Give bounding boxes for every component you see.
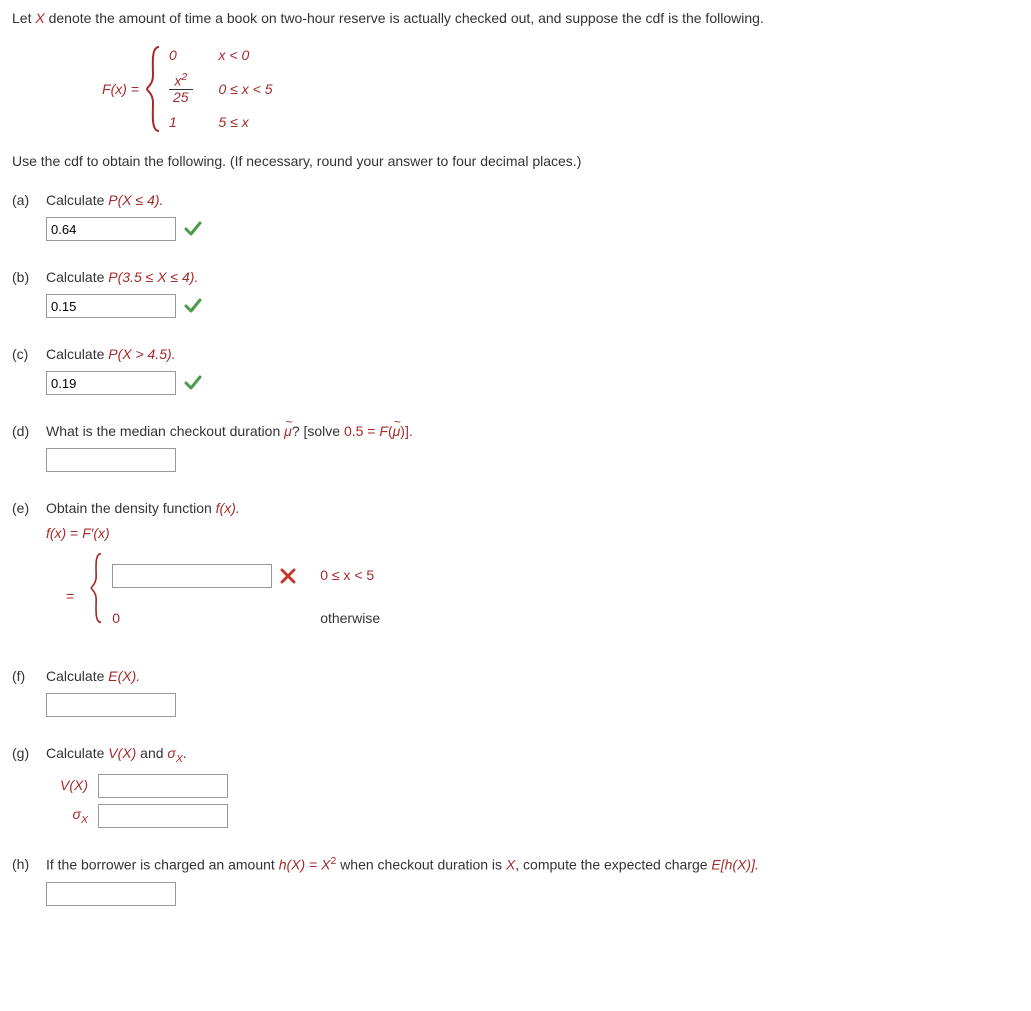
- part-g-label: (g): [12, 743, 46, 764]
- density-cond1: 0 ≤ x < 5: [320, 565, 380, 586]
- part-e-line2-lhs: f(x): [46, 525, 66, 541]
- part-h-rest: , compute the expected charge: [515, 857, 711, 873]
- part-h-EhX: E[h(X)].: [711, 857, 758, 873]
- part-a-input[interactable]: [46, 217, 176, 241]
- part-f-label: (f): [12, 666, 46, 687]
- part-e-input[interactable]: [112, 564, 272, 588]
- piece-row2-cond: 0 ≤ x < 5: [219, 79, 273, 100]
- piece-row1-cond: x < 0: [219, 45, 273, 66]
- part-d-F: F: [379, 423, 388, 439]
- part-h-X: X: [506, 857, 515, 873]
- part-h-label: (h): [12, 854, 46, 875]
- part-b-prompt-math: P(3.5 ≤ X ≤ 4).: [108, 269, 198, 285]
- part-g-VX: V(X): [108, 745, 136, 761]
- part-g-sigma: σ: [167, 745, 175, 761]
- part-e-line2-rhs: F′(x): [82, 525, 110, 541]
- density-cond2: otherwise: [320, 608, 380, 629]
- part-d-prompt-pre: What is the median checkout duration: [46, 423, 284, 439]
- density-eq: =: [66, 586, 74, 607]
- part-g-sx-input[interactable]: [98, 804, 228, 828]
- part-f-math: E(X).: [108, 668, 140, 684]
- part-d-label: (d): [12, 421, 46, 442]
- part-d-eq: 0.5 =: [344, 423, 379, 439]
- part-b-input[interactable]: [46, 294, 176, 318]
- part-b-label: (b): [12, 267, 46, 288]
- part-e-label: (e): [12, 498, 46, 519]
- formula-lhs: F(x) =: [102, 79, 139, 100]
- instruction-text: Use the cdf to obtain the following. (If…: [12, 151, 1019, 172]
- part-g-sub: X: [176, 753, 183, 765]
- piece-row1-val: 0: [169, 45, 193, 66]
- part-h-mid: when checkout duration is: [336, 857, 506, 873]
- part-a-prompt-pre: Calculate: [46, 192, 108, 208]
- part-g-end: .: [183, 745, 187, 761]
- part-g-mid: and: [136, 745, 167, 761]
- formula-F: F: [102, 81, 111, 97]
- check-icon: [184, 220, 202, 238]
- part-d-end: )].: [400, 423, 412, 439]
- check-icon: [184, 297, 202, 315]
- part-a-prompt-math: P(X ≤ 4).: [108, 192, 163, 208]
- part-h-input[interactable]: [46, 882, 176, 906]
- part-h: (h) If the borrower is charged an amount…: [12, 854, 1019, 906]
- density-zero: 0: [112, 608, 296, 629]
- part-g-prompt-pre: Calculate: [46, 745, 108, 761]
- mu-tilde-2: μ: [393, 421, 401, 442]
- problem-intro: Let X denote the amount of time a book o…: [12, 8, 1019, 29]
- part-c-label: (c): [12, 344, 46, 365]
- intro-rest: denote the amount of time a book on two-…: [45, 10, 764, 26]
- left-brace: [145, 45, 163, 133]
- part-f: (f) Calculate E(X).: [12, 666, 1019, 717]
- part-h-hx: h(X) = X: [279, 857, 331, 873]
- part-a-label: (a): [12, 190, 46, 211]
- part-f-prompt-pre: Calculate: [46, 668, 108, 684]
- part-e-prompt-pre: Obtain the density function: [46, 500, 216, 516]
- intro-var: X: [35, 10, 44, 26]
- part-c-prompt-pre: Calculate: [46, 346, 108, 362]
- part-g: (g) Calculate V(X) and σX. V(X) σX: [12, 743, 1019, 828]
- part-c-input[interactable]: [46, 371, 176, 395]
- x-icon: [280, 568, 296, 584]
- vx-label: V(X): [46, 775, 88, 796]
- sigmax-label: σX: [46, 804, 88, 829]
- part-e-fx: f(x).: [216, 500, 240, 516]
- left-brace-e: [88, 552, 106, 640]
- formula-x: x: [115, 81, 122, 97]
- part-h-prompt-pre: If the borrower is charged an amount: [46, 857, 279, 873]
- part-a: (a) Calculate P(X ≤ 4).: [12, 190, 1019, 241]
- mu-tilde: μ: [284, 421, 292, 442]
- part-c: (c) Calculate P(X > 4.5).: [12, 344, 1019, 395]
- intro-text: Let: [12, 10, 35, 26]
- piecewise-grid: 0 x < 0 x2 25 0 ≤ x < 5 1 5 ≤ x: [169, 45, 273, 132]
- check-icon: [184, 374, 202, 392]
- piece-row3-val: 1: [169, 112, 193, 133]
- part-e-line2-eq: =: [66, 525, 82, 541]
- part-d-input[interactable]: [46, 448, 176, 472]
- piece-row2-val: x2 25: [169, 72, 193, 105]
- part-e: (e) Obtain the density function f(x). f(…: [12, 498, 1019, 640]
- cdf-formula: F(x) = 0 x < 0 x2 25 0 ≤ x < 5 1 5 ≤ x: [102, 45, 1019, 133]
- part-b-prompt-pre: Calculate: [46, 269, 108, 285]
- part-g-vx-input[interactable]: [98, 774, 228, 798]
- piece-row3-cond: 5 ≤ x: [219, 112, 273, 133]
- part-f-input[interactable]: [46, 693, 176, 717]
- part-b: (b) Calculate P(3.5 ≤ X ≤ 4).: [12, 267, 1019, 318]
- part-c-prompt-math: P(X > 4.5).: [108, 346, 175, 362]
- part-d-mid: ? [solve: [292, 423, 344, 439]
- part-d: (d) What is the median checkout duration…: [12, 421, 1019, 472]
